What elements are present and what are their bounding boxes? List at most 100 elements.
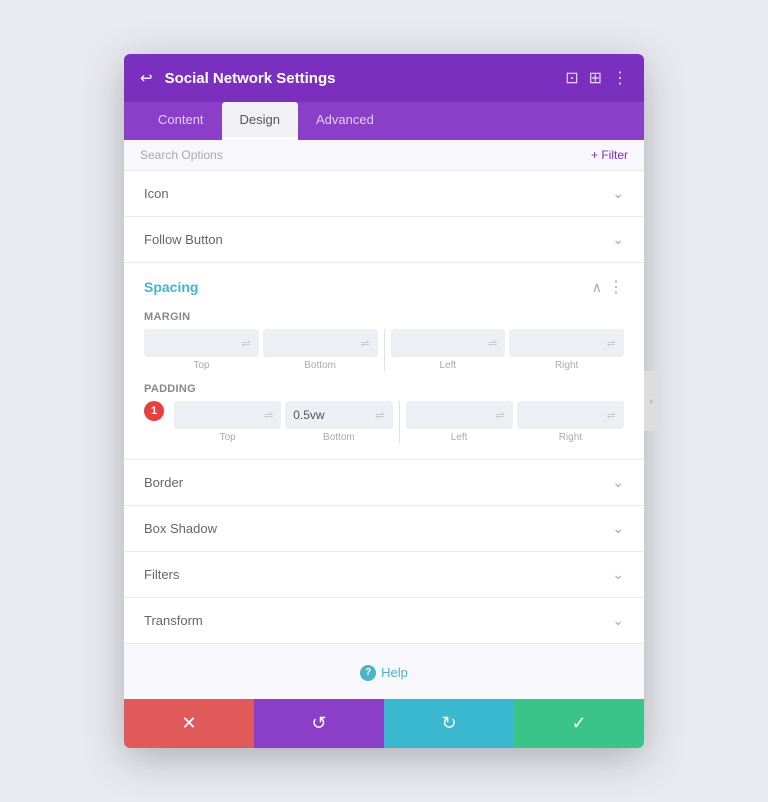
tab-advanced[interactable]: Advanced [298, 102, 392, 140]
spacing-section: Spacing ∧ ⋮ Margin ⇌ [124, 263, 644, 460]
box-shadow-chevron: ⌄ [612, 520, 624, 537]
filters-row[interactable]: Filters ⌄ [124, 552, 644, 597]
padding-right-input-wrap[interactable]: ⇌ [517, 401, 624, 429]
margin-top-label: Top [144, 360, 259, 371]
padding-left-link-icon: ⇌ [496, 409, 505, 422]
follow-button-label: Follow Button [144, 232, 223, 247]
margin-top-input-wrap[interactable]: ⇌ [144, 329, 259, 357]
filters-chevron: ⌄ [612, 566, 624, 583]
margin-right-label: Right [509, 360, 624, 371]
padding-right-field: ⇌ Right [517, 401, 624, 443]
filters-section: Filters ⌄ [124, 552, 644, 598]
spacing-title: Spacing [144, 279, 198, 295]
margin-bottom-link-icon: ⇌ [360, 337, 369, 350]
icon-label: Icon [144, 186, 169, 201]
help-link[interactable]: ? Help [360, 665, 408, 681]
spacing-more-icon[interactable]: ⋮ [608, 277, 624, 297]
margin-right-input[interactable] [517, 336, 603, 350]
padding-badge: 1 [144, 401, 164, 421]
margin-bottom-field: ⇌ Bottom [263, 329, 378, 371]
filter-button[interactable]: + Filter [591, 148, 628, 162]
icon-section[interactable]: Icon ⌄ [124, 171, 644, 217]
margin-right-link-icon: ⇌ [607, 337, 616, 350]
margin-left-link-icon: ⇌ [488, 337, 497, 350]
padding-bottom-link-icon: ⇌ [375, 409, 384, 422]
tab-bar: Content Design Advanced [124, 102, 644, 140]
padding-bottom-label: Bottom [285, 432, 392, 443]
padding-top-label: Top [174, 432, 281, 443]
box-shadow-label: Box Shadow [144, 521, 217, 536]
margin-top-input[interactable] [152, 336, 238, 350]
search-placeholder: Search Options [140, 148, 223, 162]
spacing-chevron-icon[interactable]: ∧ [592, 279, 602, 296]
filters-label: Filters [144, 567, 179, 582]
margin-left-field: ⇌ Left [391, 329, 506, 371]
layout-icon[interactable]: ⊞ [589, 68, 602, 88]
modal-footer: ✕ ↺ ↻ ✓ [124, 699, 644, 748]
padding-bottom-field: ⇌ Bottom [285, 401, 392, 443]
modal-title: Social Network Settings [165, 70, 336, 87]
padding-top-link-icon: ⇌ [264, 409, 273, 422]
box-shadow-section: Box Shadow ⌄ [124, 506, 644, 552]
border-chevron: ⌄ [612, 474, 624, 491]
redo-button[interactable]: ↻ [384, 699, 514, 748]
right-edge-arrow-icon: › [649, 396, 652, 407]
padding-row-wrap: 1 ⇌ Top [144, 401, 624, 443]
margin-top-field: ⇌ Top [144, 329, 259, 371]
transform-chevron: ⌄ [612, 612, 624, 629]
margin-bottom-input-wrap[interactable]: ⇌ [263, 329, 378, 357]
padding-bottom-input[interactable] [293, 408, 371, 422]
margin-left-input-wrap[interactable]: ⇌ [391, 329, 506, 357]
padding-top-field: ⇌ Top [174, 401, 281, 443]
border-row[interactable]: Border ⌄ [124, 460, 644, 505]
header-left: ↩ Social Network Settings [140, 69, 335, 87]
modal-header: ↩ Social Network Settings ⊡ ⊞ ⋮ [124, 54, 644, 102]
padding-top-input-wrap[interactable]: ⇌ [174, 401, 281, 429]
margin-label: Margin [144, 311, 624, 323]
border-label: Border [144, 475, 183, 490]
border-section: Border ⌄ [124, 460, 644, 506]
margin-group: Margin ⇌ Top [144, 311, 624, 371]
help-label: Help [381, 665, 408, 680]
padding-group: Padding 1 ⇌ Top [144, 383, 624, 443]
padding-right-label: Right [517, 432, 624, 443]
tab-content[interactable]: Content [140, 102, 222, 140]
transform-row[interactable]: Transform ⌄ [124, 598, 644, 643]
padding-top-input[interactable] [182, 408, 260, 422]
right-edge-handle[interactable]: › [644, 371, 658, 431]
margin-left-input[interactable] [399, 336, 485, 350]
margin-right-field: ⇌ Right [509, 329, 624, 371]
more-options-icon[interactable]: ⋮ [612, 68, 628, 88]
icon-chevron: ⌄ [612, 185, 624, 202]
help-row: ? Help [124, 644, 644, 699]
search-bar: Search Options + Filter [124, 140, 644, 171]
margin-bottom-input[interactable] [271, 336, 357, 350]
padding-left-label: Left [406, 432, 513, 443]
padding-bottom-input-wrap[interactable]: ⇌ [285, 401, 392, 429]
padding-label: Padding [144, 383, 624, 395]
padding-right-link-icon: ⇌ [607, 409, 616, 422]
undo-button[interactable]: ↺ [254, 699, 384, 748]
margin-left-label: Left [391, 360, 506, 371]
padding-left-field: ⇌ Left [406, 401, 513, 443]
spacing-controls: ∧ ⋮ [592, 277, 624, 297]
save-button[interactable]: ✓ [514, 699, 644, 748]
cancel-button[interactable]: ✕ [124, 699, 254, 748]
margin-top-link-icon: ⇌ [242, 337, 251, 350]
margin-right-input-wrap[interactable]: ⇌ [509, 329, 624, 357]
padding-left-input[interactable] [414, 408, 492, 422]
spacing-header: Spacing ∧ ⋮ [144, 277, 624, 297]
back-arrow-icon[interactable]: ↩ [140, 69, 153, 87]
tab-design[interactable]: Design [222, 102, 298, 140]
follow-button-section[interactable]: Follow Button ⌄ [124, 217, 644, 263]
help-icon: ? [360, 665, 376, 681]
margin-bottom-label: Bottom [263, 360, 378, 371]
transform-section: Transform ⌄ [124, 598, 644, 644]
responsive-icon[interactable]: ⊡ [565, 68, 578, 88]
padding-right-input[interactable] [525, 408, 603, 422]
header-icons: ⊡ ⊞ ⋮ [565, 68, 628, 88]
transform-label: Transform [144, 613, 203, 628]
padding-left-input-wrap[interactable]: ⇌ [406, 401, 513, 429]
box-shadow-row[interactable]: Box Shadow ⌄ [124, 506, 644, 551]
follow-button-chevron: ⌄ [612, 231, 624, 248]
